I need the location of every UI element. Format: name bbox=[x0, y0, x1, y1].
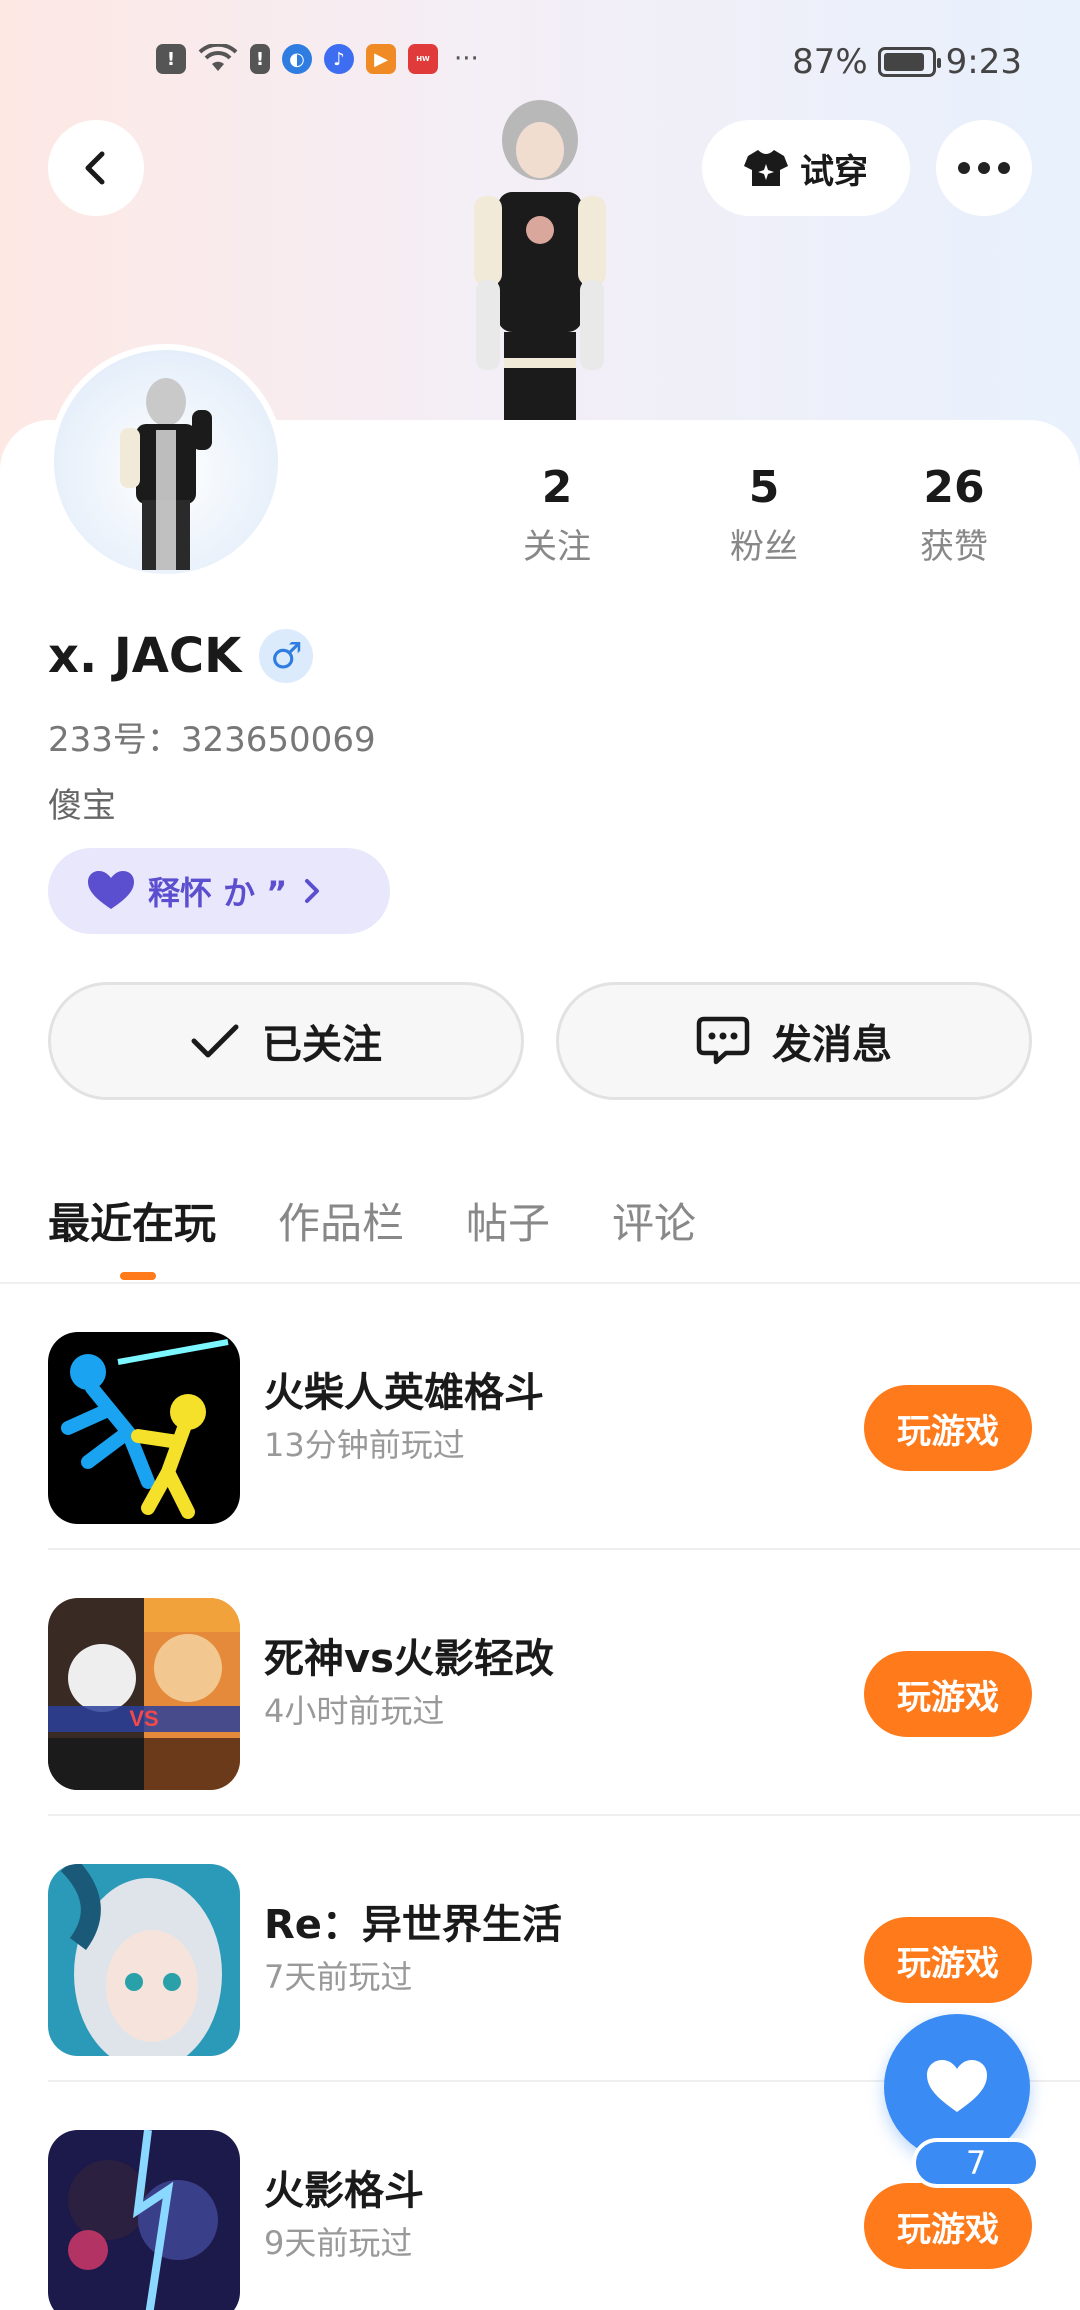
character-figure-image bbox=[474, 100, 606, 420]
more-notifications-icon: ··· bbox=[454, 44, 479, 74]
more-options-button[interactable] bbox=[936, 120, 1032, 216]
tab-works[interactable]: 作品栏 bbox=[278, 1190, 404, 1251]
fan-club-tag[interactable]: 释怀 か ” bbox=[48, 848, 390, 934]
tab-comments[interactable]: 评论 bbox=[612, 1190, 696, 1251]
chevron-left-icon bbox=[85, 151, 105, 185]
stat-fans-count: 5 bbox=[748, 462, 780, 513]
game-title: 死神vs火影轻改 bbox=[264, 1636, 554, 1682]
battery-fill bbox=[883, 53, 924, 71]
heart-icon bbox=[88, 871, 134, 909]
heart-icon bbox=[927, 2060, 987, 2112]
game-title: 火柴人英雄格斗 bbox=[264, 1370, 544, 1416]
stat-likes[interactable]: 26 获赞 bbox=[852, 462, 1056, 568]
chevron-right-icon bbox=[305, 879, 320, 903]
sim-alert-icon: ! bbox=[250, 44, 270, 74]
svg-text:VS: VS bbox=[129, 1706, 158, 1731]
followed-button[interactable]: 已关注 bbox=[48, 982, 524, 1100]
alert-icon: ! bbox=[156, 44, 186, 74]
username: x. JACK bbox=[48, 628, 242, 684]
game-icon-naruto-fight bbox=[48, 2130, 240, 2310]
game-last-played: 4小时前玩过 bbox=[264, 1692, 445, 1730]
status-right: 87% 9:23 bbox=[792, 42, 1022, 82]
profile-tabs: 最近在玩 作品栏 帖子 评论 bbox=[48, 1190, 696, 1251]
male-gender-icon: ♂ bbox=[259, 629, 314, 683]
stat-following-count: 2 bbox=[541, 462, 573, 513]
battery-icon bbox=[877, 47, 941, 77]
game-list-item[interactable]: 火柴人英雄格斗 13分钟前玩过 玩游戏 bbox=[48, 1284, 1080, 1550]
tshirt-icon bbox=[744, 150, 788, 186]
fan-tag-label: 释怀 か ” bbox=[148, 874, 288, 912]
send-message-button[interactable]: 发消息 bbox=[556, 982, 1032, 1100]
music-icon: ♪ bbox=[324, 44, 354, 74]
game-icon-bleach-vs-naruto: VS bbox=[48, 1598, 240, 1790]
back-button[interactable] bbox=[48, 120, 144, 216]
stat-fans-label: 粉丝 bbox=[730, 527, 798, 567]
game-list-item[interactable]: VS 死神vs火影轻改 4小时前玩过 玩游戏 bbox=[48, 1550, 1080, 1816]
play-game-button[interactable]: 玩游戏 bbox=[864, 1917, 1032, 2003]
tab-posts[interactable]: 帖子 bbox=[466, 1190, 550, 1251]
stat-likes-label: 获赞 bbox=[920, 527, 988, 567]
stat-likes-count: 26 bbox=[923, 462, 985, 513]
game-last-played: 9天前玩过 bbox=[264, 2224, 413, 2262]
game-last-played: 13分钟前玩过 bbox=[264, 1426, 465, 1464]
huawei-icon: HW bbox=[408, 44, 438, 74]
chat-bubble-icon bbox=[696, 1016, 750, 1065]
play-game-button[interactable]: 玩游戏 bbox=[864, 2183, 1032, 2269]
tab-recently-played[interactable]: 最近在玩 bbox=[48, 1190, 216, 1251]
game-title: 火影格斗 bbox=[264, 2168, 424, 2214]
play-game-button[interactable]: 玩游戏 bbox=[864, 1385, 1032, 1471]
browser-icon: ◐ bbox=[282, 44, 312, 74]
try-on-button[interactable]: 试穿 bbox=[702, 120, 910, 216]
avatar[interactable] bbox=[48, 344, 284, 580]
battery-percent: 87% bbox=[792, 42, 868, 82]
game-last-played: 7天前玩过 bbox=[264, 1958, 413, 1996]
more-dot-icon bbox=[978, 162, 990, 174]
user-id[interactable]: 233号：323650069 bbox=[48, 712, 376, 761]
stat-following[interactable]: 2 关注 bbox=[500, 462, 614, 568]
notification-icons: ! ! ◐ ♪ ▶ HW ··· bbox=[156, 44, 479, 74]
like-count-badge: 7 bbox=[912, 2138, 1040, 2188]
video-icon: ▶ bbox=[366, 44, 396, 74]
wifi-icon bbox=[198, 44, 238, 71]
followed-label: 已关注 bbox=[262, 1022, 382, 1068]
username-row: x. JACK ♂ bbox=[48, 628, 314, 684]
more-dot-icon bbox=[958, 162, 970, 174]
avatar-character-image bbox=[120, 378, 212, 570]
user-bio: 傻宝 bbox=[48, 786, 116, 826]
stat-fans[interactable]: 5 粉丝 bbox=[662, 462, 866, 568]
stat-following-label: 关注 bbox=[523, 527, 591, 567]
checkmark-icon bbox=[191, 1024, 239, 1058]
send-message-label: 发消息 bbox=[772, 1022, 892, 1068]
try-on-label: 试穿 bbox=[800, 151, 868, 192]
play-game-button[interactable]: 玩游戏 bbox=[864, 1651, 1032, 1737]
clock: 9:23 bbox=[945, 42, 1022, 82]
more-dot-icon bbox=[998, 162, 1010, 174]
active-tab-indicator bbox=[120, 1272, 156, 1280]
game-icon-re-zero bbox=[48, 1864, 240, 2056]
game-title: Re：异世界生活 bbox=[264, 1902, 562, 1948]
profile-stats: 2 关注 5 粉丝 26 获赞 bbox=[500, 462, 1060, 568]
game-icon-stickman bbox=[48, 1332, 240, 1524]
status-bar: ! ! ◐ ♪ ▶ HW ··· 87% 9:23 bbox=[0, 36, 1080, 88]
